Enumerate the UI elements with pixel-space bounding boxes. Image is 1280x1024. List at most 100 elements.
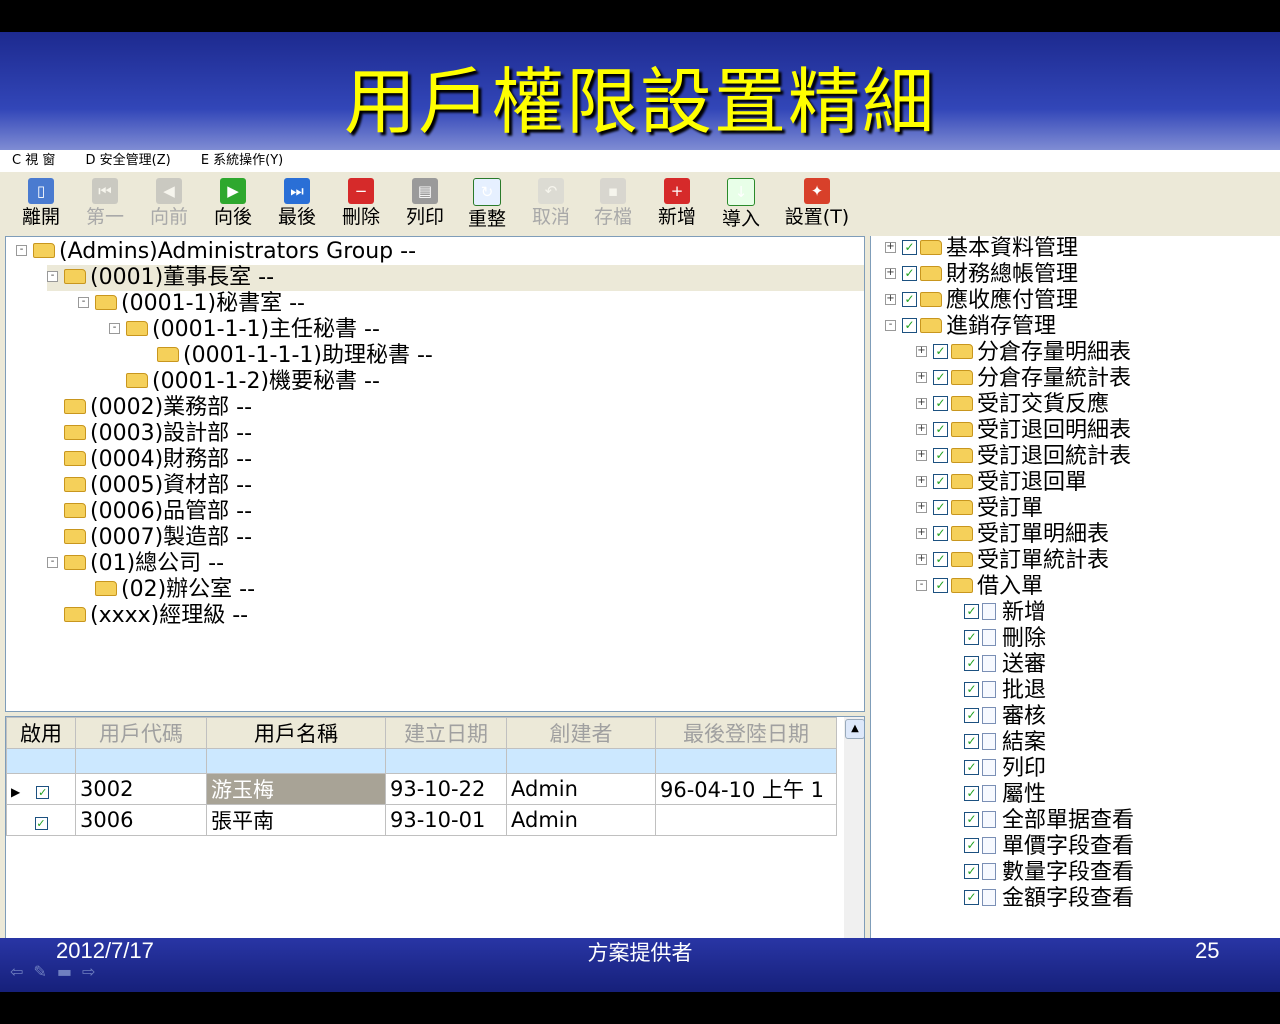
permission-checkbox[interactable]: ✓ [933, 369, 948, 385]
filter-row[interactable] [6, 748, 837, 774]
grid-scrollbar[interactable]: ▲ [844, 717, 864, 938]
collapse-icon[interactable]: - [78, 296, 89, 308]
permission-tree-node[interactable]: ✓ 新增 [947, 600, 1046, 626]
group-tree-node[interactable]: (0002)業務部 -- [47, 395, 252, 421]
expand-icon[interactable]: + [916, 501, 927, 513]
expand-icon[interactable]: + [916, 475, 927, 487]
expand-icon[interactable]: + [885, 241, 896, 253]
permission-checkbox[interactable]: ✓ [964, 837, 979, 853]
permission-tree-node[interactable]: + ✓ 財務總帳管理 [885, 262, 1078, 288]
toolbar-button-8[interactable]: ↶ 取消 [522, 178, 580, 232]
collapse-icon[interactable]: - [47, 556, 58, 568]
menu-system[interactable]: E 系統操作(Y) [201, 153, 283, 168]
toolbar-button-1[interactable]: ⏮ 第一 [76, 178, 134, 232]
permission-tree-node[interactable]: ✓ 數量字段查看 [947, 860, 1134, 886]
permission-checkbox[interactable]: ✓ [902, 291, 917, 307]
cell-last-login[interactable]: 96-04-10 上午 1 [655, 773, 837, 805]
permission-tree-node[interactable]: + ✓ 分倉存量明細表 [916, 340, 1131, 366]
col-header-name[interactable]: 用戶名稱 [206, 717, 386, 749]
group-tree-node[interactable]: - (0001-1-1)主任秘書 -- [109, 317, 380, 343]
permission-tree-node[interactable]: + ✓ 受訂退回統計表 [916, 444, 1131, 470]
permission-tree-node[interactable]: + ✓ 受訂單明細表 [916, 522, 1109, 548]
permission-checkbox[interactable]: ✓ [933, 499, 948, 515]
cell-creator[interactable]: Admin [506, 773, 656, 805]
permission-checkbox[interactable]: ✓ [933, 473, 948, 489]
toolbar-button-11[interactable]: ↓ 導入 [712, 178, 770, 232]
toolbar-button-5[interactable]: − 刪除 [332, 178, 390, 232]
permission-checkbox[interactable]: ✓ [964, 733, 979, 749]
permission-checkbox[interactable]: ✓ [933, 447, 948, 463]
expand-icon[interactable]: + [885, 293, 896, 305]
col-header-code[interactable]: 用戶代碼 [75, 717, 207, 749]
group-tree-node[interactable]: (02)辦公室 -- [78, 577, 255, 603]
permission-checkbox[interactable]: ✓ [964, 785, 979, 801]
cell-enabled[interactable]: ✓ [6, 804, 76, 836]
permission-tree-node[interactable]: ✓ 全部單据查看 [947, 808, 1134, 834]
group-tree-node[interactable]: (0004)財務部 -- [47, 447, 252, 473]
permission-tree-node[interactable]: ✓ 批退 [947, 678, 1046, 704]
permission-checkbox[interactable]: ✓ [964, 629, 979, 645]
permission-tree-node[interactable]: + ✓ 受訂單 [916, 496, 1043, 522]
expand-icon[interactable]: + [916, 449, 927, 461]
permission-tree-node[interactable]: + ✓ 基本資料管理 [885, 236, 1078, 262]
expand-icon[interactable]: + [916, 345, 927, 357]
expand-icon[interactable]: + [916, 371, 927, 383]
group-tree-node[interactable]: - (Admins)Administrators Group -- [16, 239, 416, 265]
toolbar-button-9[interactable]: ▪ 存檔 [584, 178, 642, 232]
permission-tree-node[interactable]: ✓ 列印 [947, 756, 1046, 782]
group-tree-node[interactable]: (0007)製造部 -- [47, 525, 252, 551]
permission-tree-node[interactable]: + ✓ 受訂交貨反應 [916, 392, 1109, 418]
permission-tree-node[interactable]: ✓ 刪除 [947, 626, 1046, 652]
collapse-icon[interactable]: - [109, 322, 120, 334]
col-header-creator[interactable]: 創建者 [506, 717, 656, 749]
table-row[interactable]: ▶ ✓ 3002 游玉梅 93-10-22 Admin 96-04-10 上午 1 [6, 773, 837, 805]
cell-enabled[interactable]: ▶ ✓ [6, 773, 76, 805]
toolbar-button-0[interactable]: ▯ 離開 [12, 178, 70, 232]
toolbar-button-4[interactable]: ⏭ 最後 [268, 178, 326, 232]
permission-checkbox[interactable]: ✓ [964, 603, 979, 619]
toolbar-button-10[interactable]: + 新增 [648, 178, 706, 232]
group-tree-node[interactable]: (0001-1-1-1)助理秘書 -- [140, 343, 433, 369]
toolbar-button-3[interactable]: ▶ 向後 [204, 178, 262, 232]
pen-icon[interactable]: ✎ [33, 962, 56, 981]
permission-checkbox[interactable]: ✓ [933, 577, 948, 593]
permission-tree-node[interactable]: + ✓ 應收應付管理 [885, 288, 1078, 314]
permission-tree-node[interactable]: + ✓ 受訂單統計表 [916, 548, 1109, 574]
group-tree-node[interactable]: (0003)設計部 -- [47, 421, 252, 447]
table-row[interactable]: ✓ 3006 張平南 93-10-01 Admin [6, 804, 837, 836]
group-tree-node[interactable]: - (0001)董事長室 -- [47, 265, 864, 291]
cell-code[interactable]: 3006 [75, 804, 207, 836]
group-tree-node[interactable]: - (0001-1)秘書室 -- [78, 291, 305, 317]
slide-nav-controls[interactable]: ⇦✎▬⇨ [10, 962, 105, 981]
permission-checkbox[interactable]: ✓ [933, 395, 948, 411]
cell-created[interactable]: 93-10-22 [385, 773, 507, 805]
permission-checkbox[interactable]: ✓ [964, 681, 979, 697]
cell-code[interactable]: 3002 [75, 773, 207, 805]
expand-icon[interactable]: + [885, 267, 896, 279]
cell-created[interactable]: 93-10-01 [385, 804, 507, 836]
enabled-checkbox[interactable]: ✓ [36, 786, 50, 799]
permission-checkbox[interactable]: ✓ [964, 707, 979, 723]
toolbar-button-7[interactable]: ↻ 重整 [458, 178, 516, 232]
toolbar-button-12[interactable]: ✦ 設置(T) [778, 178, 856, 232]
permission-checkbox[interactable]: ✓ [964, 655, 979, 671]
permission-tree-node[interactable]: - ✓ 借入單 [916, 574, 1043, 600]
collapse-icon[interactable]: - [916, 579, 927, 591]
enabled-checkbox[interactable]: ✓ [34, 817, 48, 830]
col-header-last-login[interactable]: 最後登陸日期 [655, 717, 837, 749]
col-header-enabled[interactable]: 啟用 [6, 717, 76, 749]
prev-slide-icon[interactable]: ⇦ [10, 962, 33, 981]
permission-checkbox[interactable]: ✓ [902, 317, 917, 333]
expand-icon[interactable]: + [916, 553, 927, 565]
col-header-created[interactable]: 建立日期 [385, 717, 507, 749]
permission-tree-node[interactable]: ✓ 結案 [947, 730, 1046, 756]
permission-checkbox[interactable]: ✓ [902, 265, 917, 281]
permission-checkbox[interactable]: ✓ [933, 421, 948, 437]
expand-icon[interactable]: + [916, 527, 927, 539]
permission-checkbox[interactable]: ✓ [933, 551, 948, 567]
group-tree-node[interactable]: (0006)品管部 -- [47, 499, 252, 525]
permission-tree-node[interactable]: + ✓ 受訂退回單 [916, 470, 1087, 496]
cell-name[interactable]: 張平南 [206, 804, 386, 836]
permission-checkbox[interactable]: ✓ [964, 811, 979, 827]
group-tree-node[interactable]: - (01)總公司 -- [47, 551, 224, 577]
